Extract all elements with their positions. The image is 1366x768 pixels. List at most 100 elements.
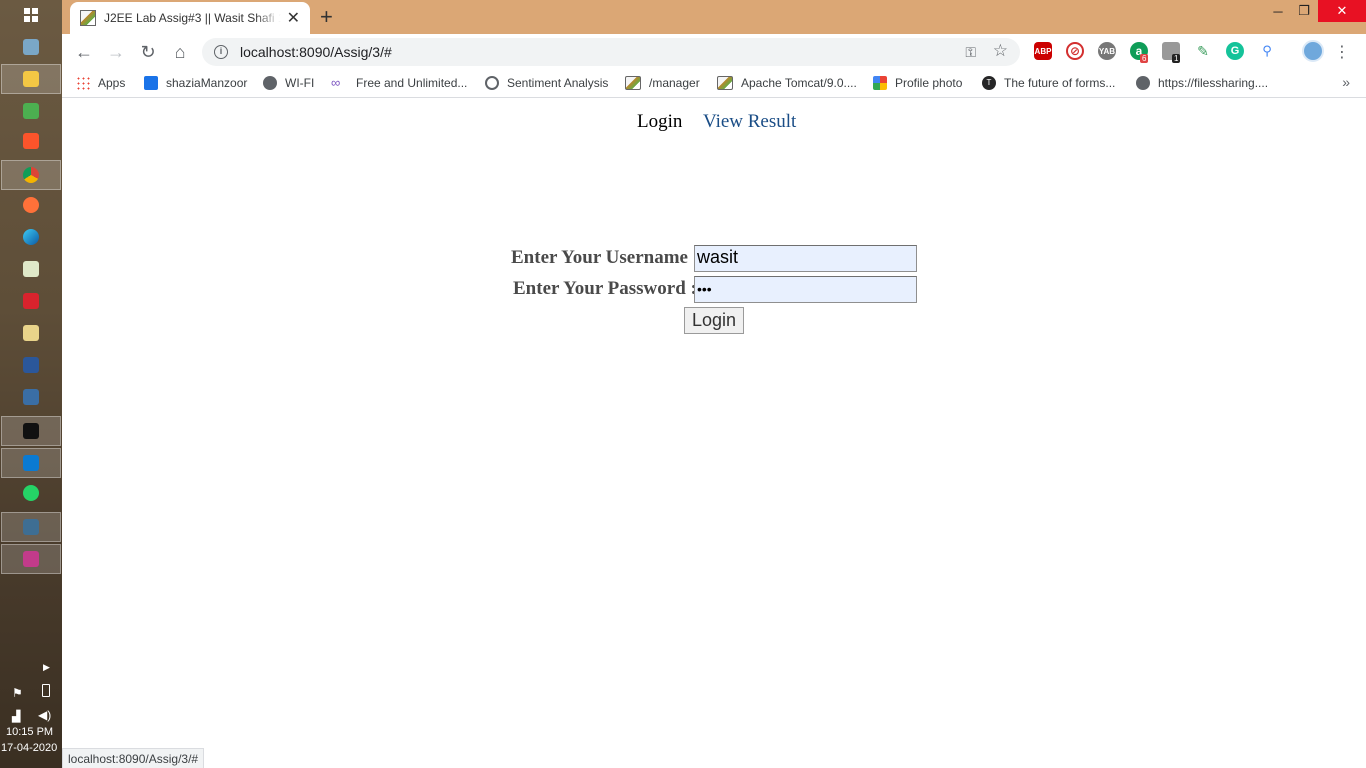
tomcat-icon xyxy=(717,76,733,90)
windows-logo-icon xyxy=(24,8,38,22)
bookmark-apache-tomcat[interactable]: Apache Tomcat/9.0.... xyxy=(717,76,857,90)
bookmark-shaziamanzoor[interactable]: shaziaManzoor xyxy=(144,76,247,90)
network-signal-icon[interactable]: ▟ xyxy=(12,710,20,723)
username-input[interactable]: wasit xyxy=(694,245,917,272)
taskbar-firefox[interactable] xyxy=(0,190,62,220)
profile-avatar[interactable] xyxy=(1302,40,1324,62)
bookmark-profile-photo[interactable]: Profile photo xyxy=(873,76,962,90)
globe-icon xyxy=(1136,76,1150,90)
browser-tab-strip: J2EE Lab Assig#3 || Wasit Shafi 18 ✕ + ─… xyxy=(62,0,1366,34)
bookmark-sentiment-analysis[interactable]: Sentiment Analysis xyxy=(485,76,608,90)
login-submit-button[interactable]: Login xyxy=(684,307,744,334)
taskbar-vscode[interactable] xyxy=(1,448,61,478)
taskbar-cmd[interactable] xyxy=(1,416,61,446)
windows-taskbar: ▶ ⚑ ▟ ◀) 10:15 PM 17-04-2020 xyxy=(0,0,62,768)
password-input[interactable]: ••• xyxy=(694,276,917,303)
username-label: Enter Your Username : xyxy=(511,247,700,268)
back-arrow-icon[interactable]: ← xyxy=(72,40,96,64)
bookmark-label: Profile photo xyxy=(895,76,963,90)
clock-time[interactable]: 10:15 PM xyxy=(6,726,53,738)
nav-view-result-link[interactable]: View Result xyxy=(703,111,796,133)
brave-lion-icon xyxy=(23,133,39,149)
clock-date[interactable]: 17-04-2020 xyxy=(1,742,57,754)
url-text[interactable]: localhost:8090/Assig/3/# xyxy=(240,44,392,60)
bookmark-label: Sentiment Analysis xyxy=(507,76,609,90)
battery-icon[interactable] xyxy=(42,684,50,697)
restore-window-icon[interactable]: ❐ xyxy=(1290,0,1318,22)
password-label: Enter Your Password : xyxy=(513,278,697,299)
taskbar-file-explorer[interactable] xyxy=(1,64,61,94)
taskbar-photos-app[interactable] xyxy=(0,32,62,62)
page-content: Login View Result Enter Your Username : … xyxy=(62,99,1366,768)
taskbar-downloader[interactable] xyxy=(0,286,62,316)
pinwheel-icon xyxy=(873,76,887,90)
firefox-icon xyxy=(23,197,39,213)
folder-icon xyxy=(23,71,39,87)
gears-icon xyxy=(485,76,499,90)
photos-icon xyxy=(23,39,39,55)
bookmark-wifi[interactable]: WI-FI xyxy=(263,76,314,90)
bookmark-filessharing[interactable]: https://filessharing.... xyxy=(1136,76,1268,90)
notepad-icon xyxy=(23,261,39,277)
edge-icon xyxy=(23,229,39,245)
taskbar-chrome[interactable] xyxy=(1,160,61,190)
taskbar-app-colorful[interactable] xyxy=(0,96,62,126)
bookmark-future-of-forms[interactable]: T The future of forms... xyxy=(982,76,1115,90)
bookmark-shield-icon xyxy=(144,76,158,90)
taskbar-mysql[interactable] xyxy=(1,512,61,542)
active-tab[interactable]: J2EE Lab Assig#3 || Wasit Shafi 18 ✕ xyxy=(70,2,310,34)
reload-icon[interactable]: ↻ xyxy=(136,40,160,64)
typeform-icon: T xyxy=(982,76,996,90)
adblock-plus-icon[interactable]: ABP xyxy=(1034,42,1052,60)
bookmark-star-icon[interactable]: ☆ xyxy=(993,41,1008,61)
bookmark-label: Free and Unlimited... xyxy=(356,76,468,90)
taskbar-notepad[interactable] xyxy=(0,254,62,284)
extension-badge: 6 xyxy=(1140,54,1149,63)
taskbar-powershell[interactable] xyxy=(0,382,62,412)
pen-extension-icon[interactable]: ✎ xyxy=(1194,42,1212,60)
taskbar-edge[interactable] xyxy=(0,222,62,252)
tray-expand-icon[interactable]: ▶ xyxy=(43,662,50,673)
yab-extension-icon[interactable]: YAB xyxy=(1098,42,1116,60)
tab-title: J2EE Lab Assig#3 || Wasit Shafi 18 xyxy=(104,11,281,25)
taskbar-gallery[interactable] xyxy=(0,318,62,348)
bookmark-label: /manager xyxy=(649,76,700,90)
grammarly-icon[interactable]: G xyxy=(1226,42,1244,60)
block-site-icon[interactable]: ⊘ xyxy=(1066,42,1084,60)
new-tab-plus-icon[interactable]: + xyxy=(320,6,333,28)
close-window-icon[interactable]: ✕ xyxy=(1318,0,1366,22)
chrome-menu-kebab-icon[interactable]: ⋮ xyxy=(1330,40,1354,64)
password-key-icon[interactable]: ⚿ xyxy=(965,44,976,61)
mysql-dolphin-icon xyxy=(23,519,39,535)
bookmark-manager[interactable]: /manager xyxy=(625,76,700,90)
volume-icon[interactable]: ◀) xyxy=(38,708,51,722)
bookmark-label: Apps xyxy=(98,76,126,90)
system-tray: ▶ ⚑ ▟ ◀) 10:15 PM 17-04-2020 xyxy=(0,658,62,768)
home-icon[interactable]: ⌂ xyxy=(168,40,192,64)
link-extension-icon[interactable]: ⚲ xyxy=(1258,42,1276,60)
bookmark-label: Apache Tomcat/9.0.... xyxy=(741,76,857,90)
taskbar-word[interactable] xyxy=(0,350,62,380)
app-cube-icon xyxy=(23,103,39,119)
action-center-flag-icon[interactable]: ⚑ xyxy=(12,686,23,700)
address-bar[interactable]: i localhost:8090/Assig/3/# ⚿ ☆ xyxy=(202,38,1020,66)
command-prompt-icon xyxy=(23,423,39,439)
download-icon xyxy=(23,293,39,309)
forward-arrow-icon[interactable]: → xyxy=(104,40,128,64)
taskbar-paint[interactable] xyxy=(1,544,61,574)
minimize-window-icon[interactable]: ─ xyxy=(1264,0,1292,22)
status-bar-url: localhost:8090/Assig/3/# xyxy=(62,748,205,768)
nav-login-link[interactable]: Login xyxy=(637,111,682,133)
bookmark-free-unlimited[interactable]: ∞ Free and Unlimited... xyxy=(331,76,468,91)
site-info-icon[interactable]: i xyxy=(214,45,228,59)
bookmark-apps[interactable]: Apps xyxy=(76,76,125,90)
word-icon xyxy=(23,357,39,373)
taskbar-brave[interactable] xyxy=(0,126,62,156)
more-bookmarks-chevron-icon[interactable]: » xyxy=(1342,74,1350,90)
close-tab-icon[interactable]: ✕ xyxy=(287,8,300,28)
browser-toolbar: ← → ↻ ⌂ i localhost:8090/Assig/3/# ⚿ ☆ A… xyxy=(62,34,1366,70)
bookmark-label: The future of forms... xyxy=(1004,76,1116,90)
bookmark-label: WI-FI xyxy=(285,76,315,90)
taskbar-whatsapp[interactable] xyxy=(0,478,62,508)
start-button[interactable] xyxy=(0,0,62,30)
